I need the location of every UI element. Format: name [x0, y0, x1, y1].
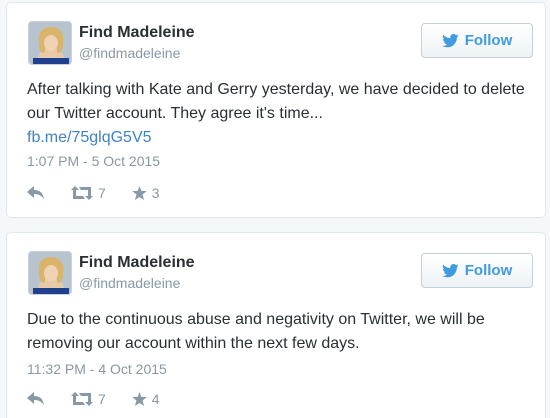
tweet-card: Find Madeleine @findmadeleine Follow Due…	[6, 232, 546, 418]
tweet-text: After talking with Kate and Gerry yester…	[27, 78, 532, 150]
tweet-timestamp[interactable]: 11:32 PM - 4 Oct 2015	[27, 361, 167, 377]
star-icon	[131, 392, 147, 406]
retweet-icon	[71, 186, 93, 200]
tweet-card: Find Madeleine @findmadeleine Follow Aft…	[6, 2, 546, 218]
follow-button[interactable]: Follow	[421, 23, 533, 58]
tweet-body: Due to the continuous abuse and negativi…	[27, 311, 485, 352]
follow-button[interactable]: Follow	[421, 253, 533, 288]
tweet-actions: 7 4	[27, 391, 186, 407]
tweet-timestamp[interactable]: 1:07 PM - 5 Oct 2015	[27, 153, 160, 169]
favorite-button[interactable]: 4	[131, 391, 160, 407]
favorite-count: 3	[151, 185, 160, 201]
retweet-count: 7	[98, 185, 106, 201]
author-handle[interactable]: @findmadeleine	[79, 275, 180, 291]
follow-label: Follow	[464, 32, 513, 49]
retweet-count: 7	[98, 391, 106, 407]
author-name[interactable]: Find Madeleine	[79, 24, 195, 42]
tweet-text: Due to the continuous abuse and negativi…	[27, 308, 532, 356]
reply-icon	[27, 392, 44, 405]
tweet-body: After talking with Kate and Gerry yester…	[27, 81, 525, 122]
favorite-button[interactable]: 3	[131, 185, 160, 201]
retweet-button[interactable]: 7	[71, 391, 106, 407]
author-handle[interactable]: @findmadeleine	[79, 45, 180, 61]
favorite-count: 4	[151, 391, 160, 407]
tweet-actions: 7 3	[27, 185, 186, 201]
follow-label: Follow	[464, 262, 513, 279]
retweet-icon	[71, 392, 93, 406]
twitter-bird-icon	[441, 263, 459, 277]
retweet-button[interactable]: 7	[71, 185, 106, 201]
reply-button[interactable]	[27, 186, 45, 200]
reply-icon	[27, 186, 44, 199]
reply-button[interactable]	[27, 392, 45, 406]
avatar[interactable]	[28, 21, 72, 65]
avatar[interactable]	[28, 251, 72, 295]
author-name[interactable]: Find Madeleine	[79, 254, 195, 272]
tweet-link[interactable]: fb.me/75glqG5V5	[27, 126, 532, 150]
twitter-bird-icon	[441, 33, 459, 47]
star-icon	[131, 186, 147, 200]
